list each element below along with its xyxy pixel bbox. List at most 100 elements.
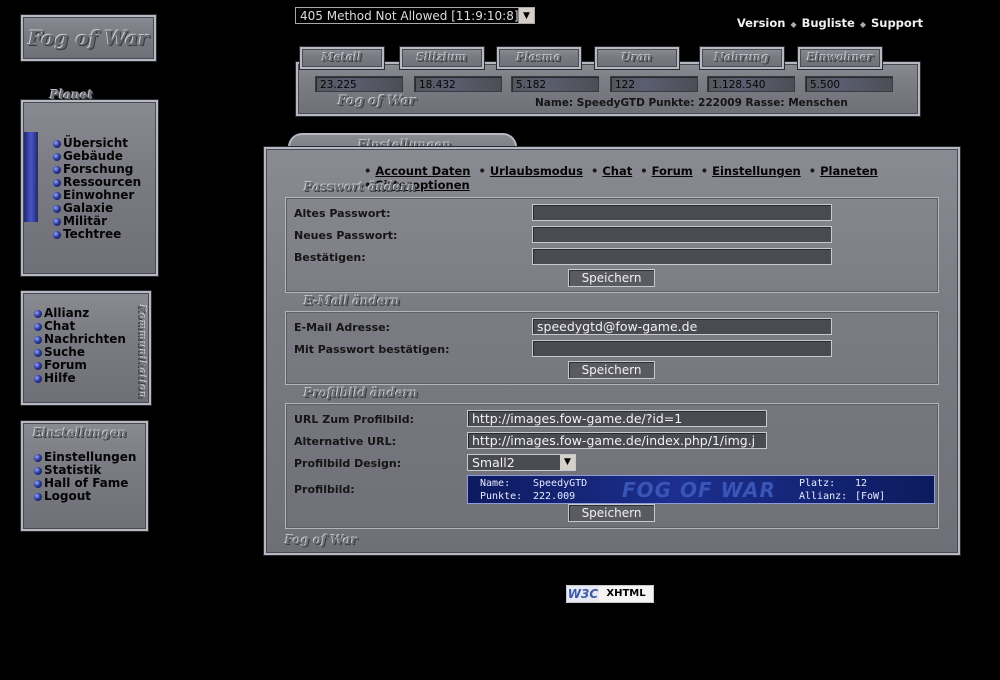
nav-panel-kommunikation: Allianz Chat Nachrichten Suche Forum Hil… — [21, 291, 151, 405]
resource-tab-uran: Uran — [595, 47, 679, 69]
profile-design-label: Profilbild Design: — [294, 457, 402, 470]
profile-url-label: URL Zum Profilbild: — [294, 413, 414, 426]
bullet-icon — [34, 374, 42, 383]
nav-planet-title: Planet — [50, 88, 94, 102]
subnav-urlaubsmodus[interactable]: Urlaubsmodus — [490, 164, 583, 178]
bullet-icon — [53, 152, 61, 161]
profile-design-select[interactable]: Small2 ▼ — [467, 454, 576, 471]
logo-text: Fog of War — [28, 26, 149, 50]
profile-image-label: Profilbild: — [294, 483, 355, 496]
bullet-icon — [34, 335, 42, 344]
resource-value-einwohner: 5.500 — [805, 76, 893, 92]
nav-kommunikation-list: Allianz Chat Nachrichten Suche Forum Hil… — [34, 307, 126, 385]
bullet-icon — [34, 479, 42, 488]
password-section-title: Passwort ändern — [304, 180, 416, 194]
player-info: Name: SpeedyGTD Punkte: 222009 Rasse: Me… — [535, 97, 848, 109]
save-email-button[interactable]: Speichern — [568, 361, 655, 379]
nav-einstellungen-title: Einstellungen — [33, 426, 127, 440]
settings-subnav: • Account Daten • Urlaubsmodus • Chat • Foru… — [360, 164, 958, 192]
bullet-dot-icon: • — [808, 164, 817, 178]
subnav-planeten[interactable]: Planeten — [820, 164, 878, 178]
banner-rank-label: Platz: — [799, 478, 836, 489]
subnav-chat[interactable]: Chat — [602, 164, 632, 178]
email-confirm-password-input[interactable] — [532, 340, 832, 357]
profile-fieldset: URL Zum Profilbild: http://images.fow-ga… — [285, 403, 939, 529]
resource-bar: Metall Silizium Plasma Uran Nahrung Einw… — [296, 47, 920, 116]
w3c-logo: W3C — [567, 586, 599, 602]
bullet-icon — [53, 204, 61, 213]
nav-item-logout[interactable]: Logout — [34, 490, 136, 503]
bullet-dot-icon: • — [478, 164, 486, 178]
banner-alliance-value: [FoW] — [855, 491, 886, 502]
nav-panel-einstellungen: Einstellungen Einstellungen Statistik Ha… — [21, 421, 148, 531]
old-password-input[interactable] — [532, 204, 832, 221]
new-password-input[interactable] — [532, 226, 832, 243]
alternative-url-label: Alternative URL: — [294, 435, 396, 448]
bullet-icon — [34, 348, 42, 357]
bullet-icon — [53, 191, 61, 200]
main-panel: • Account Daten • Urlaubsmodus • Chat • Foru… — [264, 147, 960, 555]
chevron-down-icon[interactable]: ▼ — [518, 8, 534, 23]
bullet-icon — [34, 492, 42, 501]
resource-value-uran: 122 — [610, 76, 698, 92]
resource-tab-plasma: Plasma — [497, 47, 581, 69]
save-password-button[interactable]: Speichern — [568, 269, 655, 287]
bullet-icon — [53, 230, 61, 239]
subnav-einstellungen[interactable]: Einstellungen — [712, 164, 801, 178]
resource-tab-nahrung: Nahrung — [700, 47, 784, 69]
profile-url-input[interactable]: http://images.fow-game.de/?id=1 — [467, 410, 767, 427]
resource-value-metall: 23.225 — [315, 76, 403, 92]
nav-panel-planet: Planet Übersicht Gebäude Forschung Resso… — [21, 88, 158, 276]
xhtml-label: XHTML 1.0 — [599, 586, 653, 615]
resource-bar-brand: Fog of War — [338, 94, 417, 109]
nav-kommunikation-title: Kommunikation — [136, 305, 146, 400]
banner-points-label: Punkte: — [480, 491, 523, 502]
diamond-separator-icon: ◆ — [859, 20, 866, 29]
email-section-title: E-Mail ändern — [304, 294, 401, 308]
link-version[interactable]: Version — [737, 16, 786, 30]
top-links: Version ◆ Bugliste ◆ Support — [737, 16, 923, 30]
confirm-password-label: Bestätigen: — [294, 251, 366, 264]
subnav-account-daten[interactable]: Account Daten — [375, 164, 470, 178]
bullet-icon — [53, 217, 61, 226]
banner-points-value: 222.009 — [533, 491, 576, 502]
resource-tab-metall: Metall — [300, 47, 384, 69]
alternative-url-input[interactable]: http://images.fow-game.de/index.php/1/im… — [467, 432, 767, 449]
save-profile-button[interactable]: Speichern — [568, 504, 655, 522]
link-bugliste[interactable]: Bugliste — [802, 16, 855, 30]
logo: Fog of War — [21, 15, 156, 61]
server-select[interactable]: 405 Method Not Allowed [11:9:10:8] ▼ — [295, 7, 535, 24]
bullet-dot-icon: • — [590, 164, 599, 178]
email-label: E-Mail Adresse: — [294, 321, 391, 334]
link-support[interactable]: Support — [871, 16, 923, 30]
banner-name-label: Name: — [480, 478, 511, 489]
banner-rank-value: 12 — [855, 478, 868, 489]
bullet-dot-icon: • — [700, 164, 709, 178]
subnav-forum[interactable]: Forum — [652, 164, 693, 178]
chevron-down-icon[interactable]: ▼ — [560, 455, 575, 470]
nav-item-techtree[interactable]: Techtree — [53, 228, 141, 241]
resource-tab-silizium: Silizium — [400, 47, 484, 69]
email-input[interactable]: speedygtd@fow-game.de — [532, 318, 832, 335]
banner-brand: FOG OF WAR — [622, 478, 776, 502]
bullet-icon — [34, 466, 42, 475]
new-password-label: Neues Passwort: — [294, 229, 398, 242]
email-fieldset: E-Mail Adresse: speedygtd@fow-game.de Mi… — [285, 311, 939, 385]
banner-name-value: SpeedyGTD — [533, 478, 588, 489]
bullet-dot-icon: • — [640, 164, 648, 178]
profile-section-title: Profilbild ändern — [304, 386, 419, 400]
banner-alliance-label: Allianz: — [799, 491, 848, 502]
bullet-icon — [34, 309, 42, 318]
profile-design-value: Small2 — [472, 455, 515, 470]
main-panel-footer-brand: Fog of War — [285, 533, 358, 547]
bullet-icon — [34, 322, 42, 331]
server-select-value: 405 Method Not Allowed [11:9:10:8] — [300, 8, 519, 23]
confirm-password-input[interactable] — [532, 248, 832, 265]
w3c-xhtml-badge[interactable]: W3C XHTML 1.0 — [566, 585, 654, 615]
nav-item-hilfe[interactable]: Hilfe — [34, 372, 126, 385]
password-fieldset: Altes Passwort: Neues Passwort: Bestätig… — [285, 197, 939, 293]
resource-value-nahrung: 1.128.540 — [707, 76, 795, 92]
bullet-icon — [53, 165, 61, 174]
resource-tab-einwohner: Einwohner — [798, 47, 882, 69]
profile-banner: Name: SpeedyGTD Punkte: 222.009 FOG OF W… — [467, 475, 935, 504]
